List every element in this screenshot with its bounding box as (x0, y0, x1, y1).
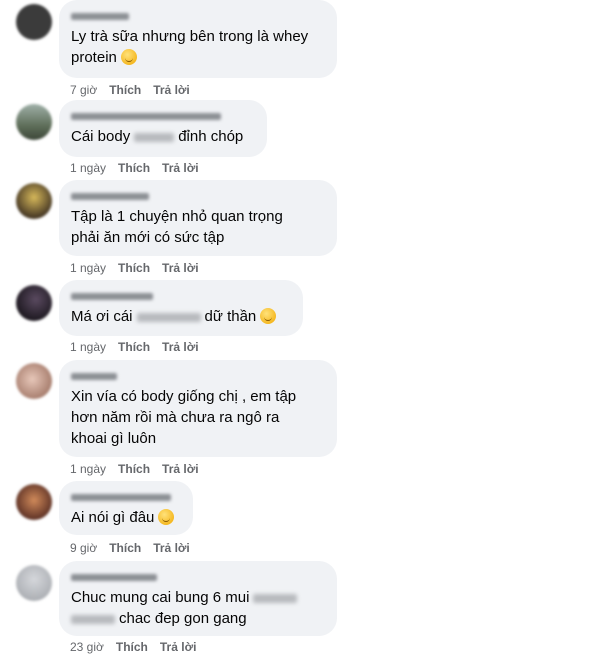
like-button[interactable]: Thích (109, 83, 141, 97)
like-button[interactable]: Thích (118, 261, 150, 275)
censored-text (134, 132, 175, 142)
comment-actions: 1 ngày Thích Trả lời (70, 462, 211, 476)
like-button[interactable]: Thích (116, 640, 148, 654)
commenter-name[interactable] (71, 568, 325, 582)
avatar[interactable] (16, 4, 52, 40)
comment-bubble: Má ơi cái dữ thần (59, 280, 303, 336)
comment-text: Tập là 1 chuyện nhỏ quan trọng phải ăn m… (71, 208, 283, 246)
reply-button[interactable]: Trả lời (162, 261, 199, 275)
comment-text: Xin vía có body giống chị , em tập hơn n… (71, 388, 297, 447)
reply-button[interactable]: Trả lời (153, 83, 190, 97)
like-button[interactable]: Thích (118, 161, 150, 175)
comment-bubble: Cái body đỉnh chóp (59, 100, 267, 157)
comment-actions: 7 giờ Thích Trả lời (70, 83, 202, 97)
commenter-name[interactable] (71, 488, 181, 502)
commenter-name[interactable] (71, 187, 325, 201)
like-button[interactable]: Thích (109, 541, 141, 555)
comment-actions: 1 ngày Thích Trả lời (70, 261, 211, 275)
comment-text: Ai nói gì đâu (71, 507, 181, 528)
comment-time[interactable]: 23 giờ (70, 640, 104, 654)
censored-text (71, 614, 115, 624)
comment-bubble: Tập là 1 chuyện nhỏ quan trọng phải ăn m… (59, 180, 337, 256)
comment-time[interactable]: 9 giờ (70, 541, 97, 555)
comment-text: Cái body đỉnh chóp (71, 128, 244, 145)
commenter-name[interactable] (71, 107, 255, 121)
comment-time[interactable]: 7 giờ (70, 83, 97, 97)
reply-button[interactable]: Trả lời (160, 640, 197, 654)
avatar[interactable] (16, 104, 52, 140)
comment-time[interactable]: 1 ngày (70, 340, 106, 354)
commenter-name[interactable] (71, 367, 325, 381)
like-button[interactable]: Thích (118, 462, 150, 476)
commenter-name[interactable] (71, 7, 325, 21)
like-button[interactable]: Thích (118, 340, 150, 354)
comment-time[interactable]: 1 ngày (70, 161, 106, 175)
emoji-icon (120, 49, 137, 65)
comment-bubble: Ly trà sữa nhưng bên trong là whey prote… (59, 0, 337, 78)
reply-button[interactable]: Trả lời (162, 340, 199, 354)
comment-actions: 9 giờ Thích Trả lời (70, 541, 202, 555)
comment-text: Má ơi cái dữ thần (71, 306, 291, 327)
avatar[interactable] (16, 363, 52, 399)
reply-button[interactable]: Trả lời (162, 161, 199, 175)
comment-bubble: Ai nói gì đâu (59, 481, 193, 535)
censored-text (253, 593, 298, 603)
comment-time[interactable]: 1 ngày (70, 261, 106, 275)
emoji-icon (260, 308, 277, 324)
comment-text: Chuc mung cai bung 6 mui chac đep gon ga… (71, 587, 325, 629)
censored-text (136, 312, 201, 322)
avatar[interactable] (16, 484, 52, 520)
avatar[interactable] (16, 183, 52, 219)
comment-actions: 23 giờ Thích Trả lời (70, 640, 208, 654)
commenter-name[interactable] (71, 287, 291, 301)
comment-text: Ly trà sữa nhưng bên trong là whey prote… (71, 28, 309, 66)
avatar[interactable] (16, 565, 52, 601)
emoji-icon (158, 509, 175, 525)
reply-button[interactable]: Trả lời (153, 541, 190, 555)
comment-actions: 1 ngày Thích Trả lời (70, 340, 211, 354)
comment-actions: 1 ngày Thích Trả lời (70, 161, 211, 175)
comment-time[interactable]: 1 ngày (70, 462, 106, 476)
comment-bubble: Xin vía có body giống chị , em tập hơn n… (59, 360, 337, 457)
avatar[interactable] (16, 285, 52, 321)
reply-button[interactable]: Trả lời (162, 462, 199, 476)
comment-bubble: Chuc mung cai bung 6 mui chac đep gon ga… (59, 561, 337, 636)
